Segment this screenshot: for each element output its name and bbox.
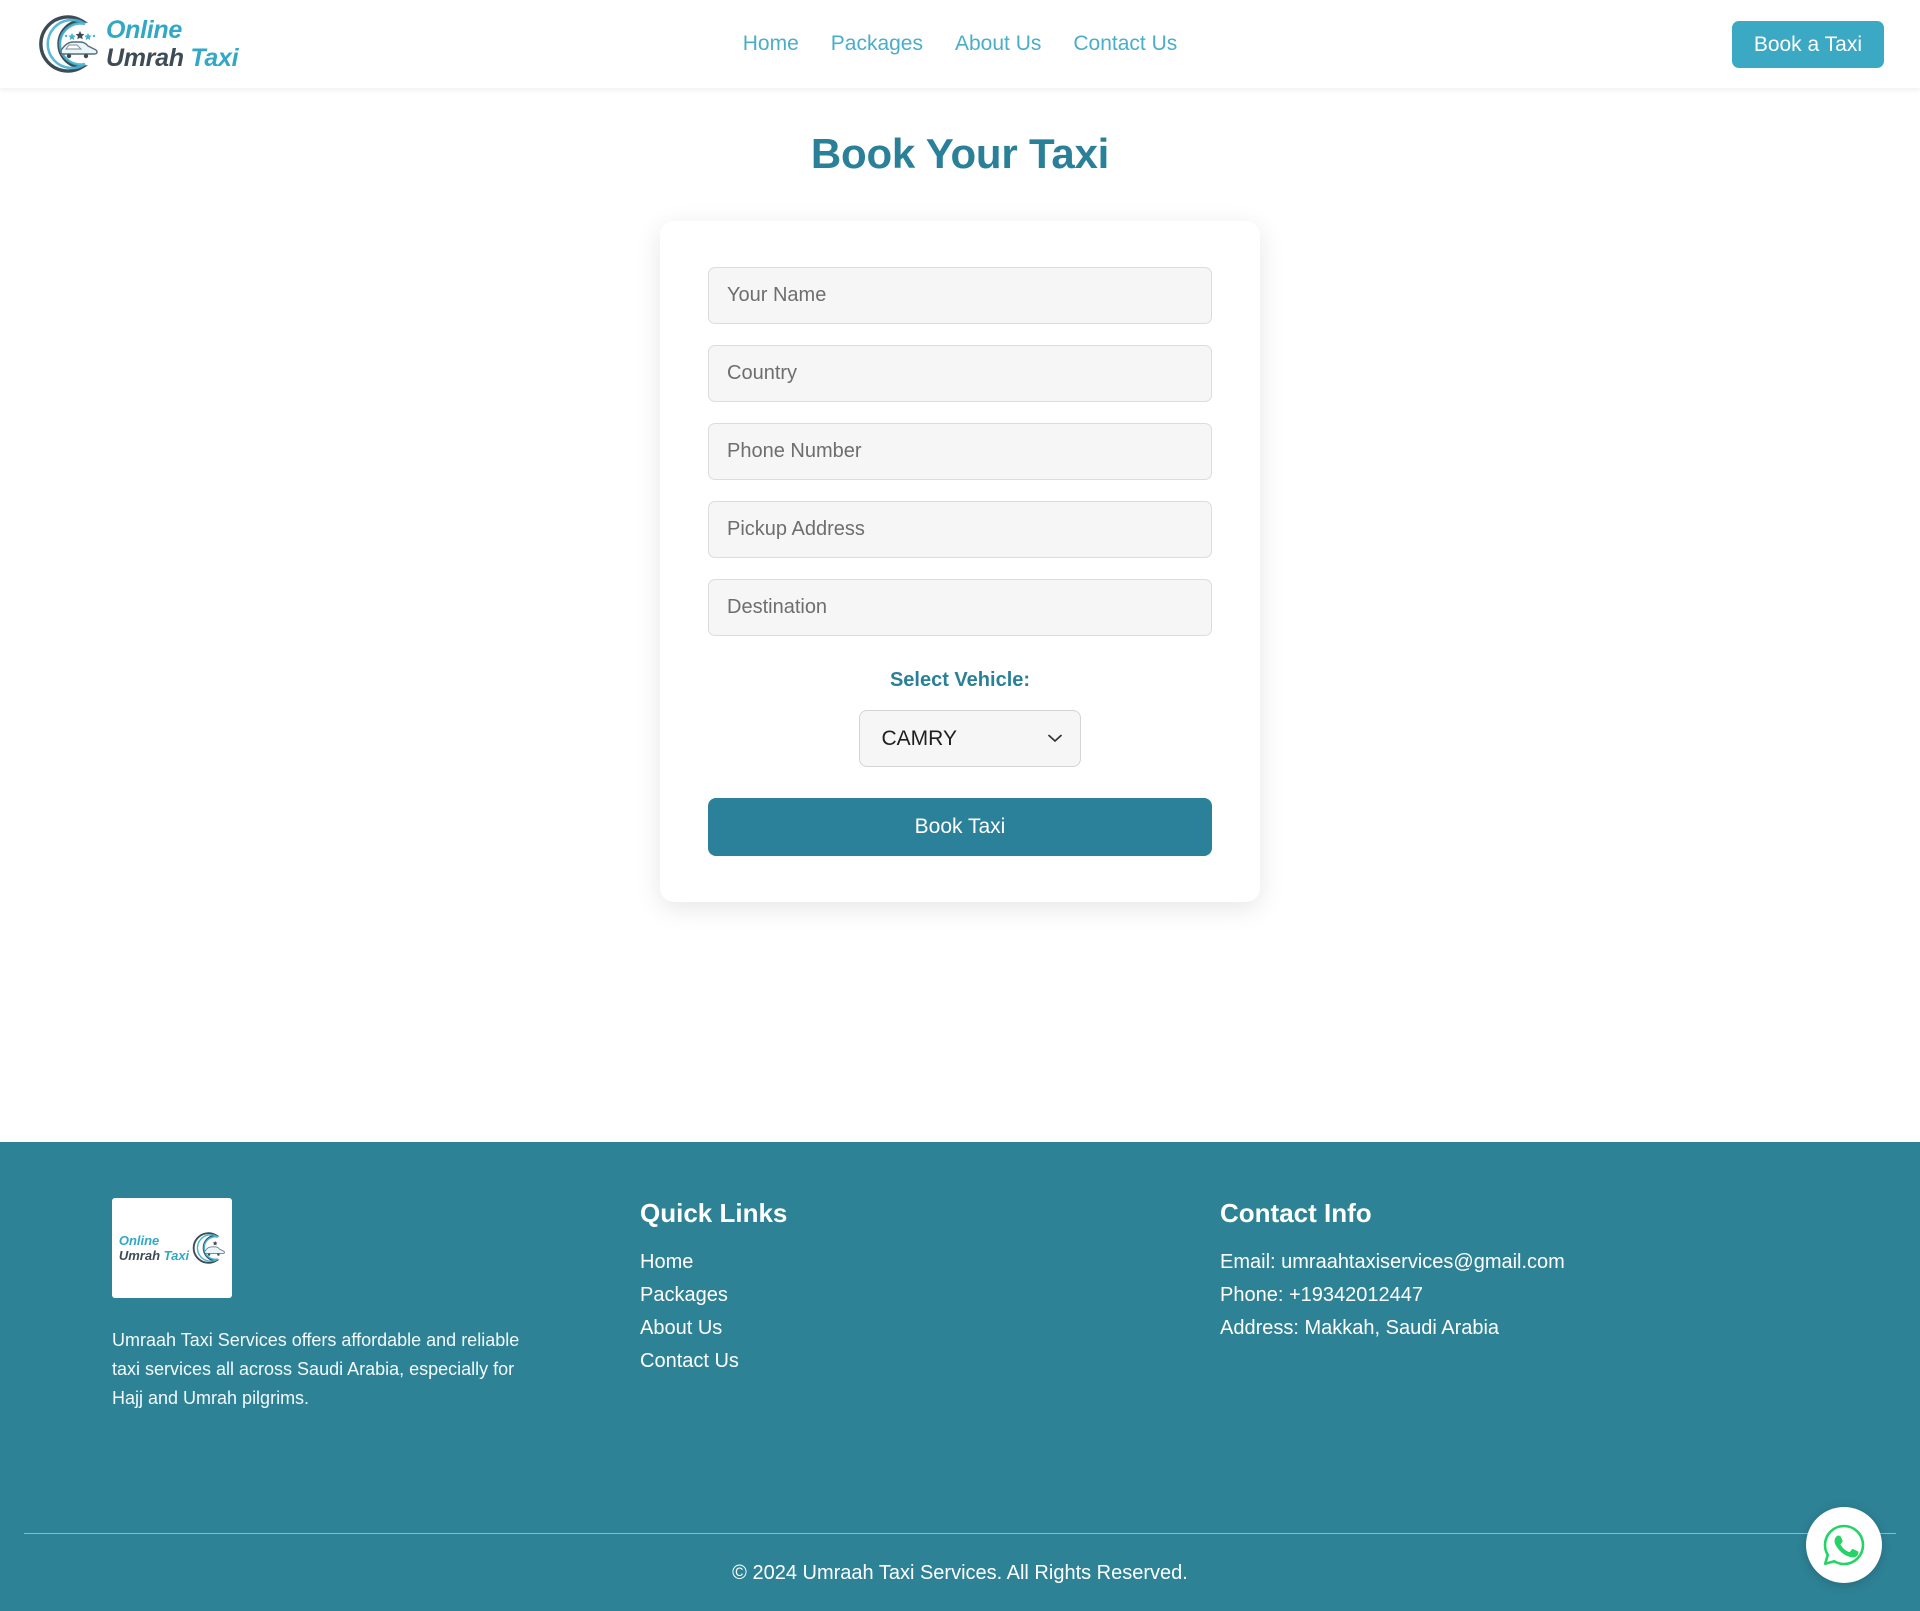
phone-number-input[interactable] — [708, 423, 1212, 480]
book-a-taxi-button[interactable]: Book a Taxi — [1731, 20, 1884, 68]
book-taxi-submit-button[interactable]: Book Taxi — [708, 798, 1212, 856]
nav-item-contact-us[interactable]: Contact Us — [1073, 32, 1177, 56]
footer-link-packages[interactable]: Packages — [640, 1284, 1220, 1307]
nav-item-packages[interactable]: Packages — [831, 32, 923, 56]
brand-logo[interactable]: Online Umrah Taxi — [36, 15, 239, 73]
footer-quick-links-column: Quick Links Home Packages About Us Conta… — [640, 1198, 1220, 1413]
page-title: Book Your Taxi — [810, 130, 1110, 177]
country-input[interactable] — [708, 345, 1212, 402]
footer-logo-wordmark: Online Umrah Taxi — [119, 1234, 189, 1262]
site-footer: Online Umrah Taxi Umraah Taxi Services o… — [0, 1142, 1920, 1611]
select-vehicle-label: Select Vehicle: — [889, 669, 1031, 691]
footer-logo[interactable]: Online Umrah Taxi — [112, 1198, 232, 1298]
brand-line-online: Online — [106, 15, 182, 44]
crescent-moon-car-icon — [39, 15, 98, 73]
your-name-input[interactable] — [708, 267, 1212, 324]
footer-link-contact-us[interactable]: Contact Us — [640, 1350, 1220, 1373]
nav-item-about-us[interactable]: About Us — [955, 32, 1041, 56]
footer-columns: Online Umrah Taxi Umraah Taxi Services o… — [0, 1142, 1920, 1413]
footer-copyright: © 2024 Umraah Taxi Services. All Rights … — [732, 1562, 1188, 1584]
footer-divider — [24, 1533, 1896, 1534]
footer-contact-column: Contact Info Email: umraahtaxiservices@g… — [1220, 1198, 1920, 1413]
destination-input[interactable] — [708, 579, 1212, 636]
main-navigation: Home Packages About Us Contact Us — [743, 32, 1178, 56]
booking-form-card: Select Vehicle: CAMRY Book Taxi — [660, 221, 1260, 902]
pickup-address-input[interactable] — [708, 501, 1212, 558]
footer-brand-word-umrah: Umrah — [118, 1248, 161, 1263]
footer-about-column: Online Umrah Taxi Umraah Taxi Services o… — [0, 1198, 640, 1413]
footer-contact-email: Email: umraahtaxiservices@gmail.com — [1220, 1251, 1565, 1273]
site-header: Online Umrah Taxi Home Packages About Us… — [0, 0, 1920, 88]
footer-brand-line-online: Online — [118, 1233, 160, 1248]
nav-item-home[interactable]: Home — [743, 32, 799, 56]
vehicle-select[interactable]: CAMRY — [858, 710, 1081, 767]
footer-contact-phone: Phone: +19342012447 — [1220, 1284, 1423, 1306]
brand-wordmark: Online Umrah Taxi — [106, 15, 239, 72]
footer-link-home[interactable]: Home — [640, 1251, 1220, 1274]
vehicle-select-wrapper: CAMRY — [708, 710, 1212, 767]
brand-line-umrah-taxi: Umrah Taxi — [106, 43, 239, 72]
footer-contact-heading: Contact Info — [1220, 1198, 1372, 1228]
footer-brand-word-taxi: Taxi — [163, 1248, 190, 1263]
footer-quick-links-heading: Quick Links — [640, 1198, 788, 1228]
footer-link-about-us[interactable]: About Us — [640, 1317, 1220, 1340]
footer-contact-address: Address: Makkah, Saudi Arabia — [1220, 1317, 1500, 1339]
whatsapp-icon — [1823, 1524, 1865, 1566]
brand-word-umrah: Umrah — [106, 43, 184, 72]
main-content: Book Your Taxi Select Vehicle: CAMRY Boo… — [0, 88, 1920, 1142]
whatsapp-float-button[interactable] — [1806, 1507, 1882, 1583]
footer-logo-inner: Online Umrah Taxi — [119, 1232, 226, 1264]
brand-word-taxi: Taxi — [190, 43, 239, 72]
footer-brand-line-umrah-taxi: Umrah Taxi — [119, 1249, 189, 1262]
footer-about-text: Umraah Taxi Services offers affordable a… — [112, 1330, 520, 1409]
footer-crescent-moon-car-icon — [192, 1232, 226, 1264]
